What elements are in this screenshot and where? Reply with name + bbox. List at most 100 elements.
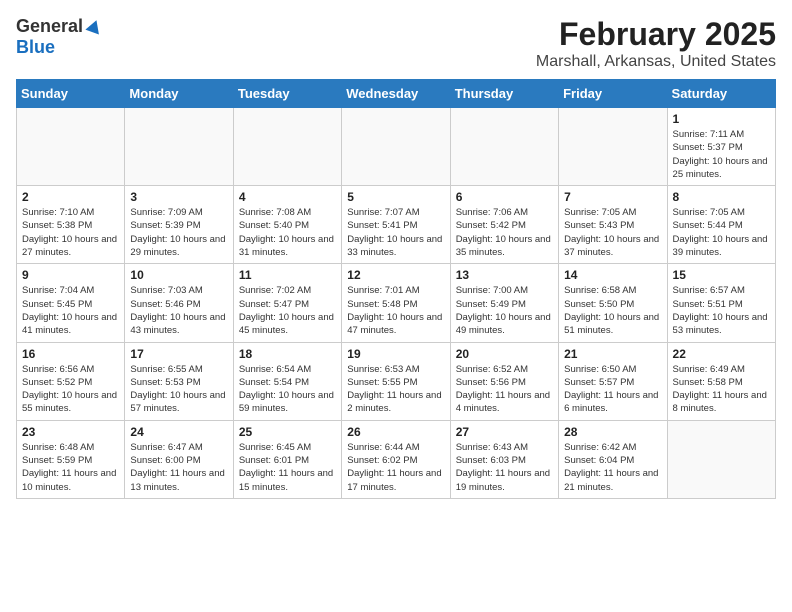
calendar-day-cell: 20 Sunrise: 6:52 AM Sunset: 5:56 PM Dayli…: [450, 342, 558, 420]
calendar-day-cell: 12 Sunrise: 7:01 AM Sunset: 5:48 PM Dayli…: [342, 264, 450, 342]
day-info: Sunrise: 6:49 AM Sunset: 5:58 PM Dayligh…: [673, 363, 770, 416]
calendar-day-cell: 9 Sunrise: 7:04 AM Sunset: 5:45 PM Daylig…: [17, 264, 125, 342]
day-number: 15: [673, 268, 770, 282]
day-number: 7: [564, 190, 661, 204]
day-number: 25: [239, 425, 336, 439]
calendar-day-cell: 10 Sunrise: 7:03 AM Sunset: 5:46 PM Dayli…: [125, 264, 233, 342]
day-info: Sunrise: 7:11 AM Sunset: 5:37 PM Dayligh…: [673, 128, 770, 181]
title-block: February 2025 Marshall, Arkansas, United…: [536, 16, 776, 71]
day-of-week-header: Thursday: [450, 80, 558, 108]
calendar-day-cell: 18 Sunrise: 6:54 AM Sunset: 5:54 PM Dayli…: [233, 342, 341, 420]
logo: General Blue: [16, 16, 103, 58]
calendar-day-cell: 16 Sunrise: 6:56 AM Sunset: 5:52 PM Dayli…: [17, 342, 125, 420]
day-info: Sunrise: 6:58 AM Sunset: 5:50 PM Dayligh…: [564, 284, 661, 337]
day-number: 6: [456, 190, 553, 204]
calendar-day-cell: 1Sunrise: 7:11 AM Sunset: 5:37 PM Daylig…: [667, 108, 775, 186]
day-info: Sunrise: 7:05 AM Sunset: 5:44 PM Dayligh…: [673, 206, 770, 259]
day-number: 18: [239, 347, 336, 361]
calendar-day-cell: 7 Sunrise: 7:05 AM Sunset: 5:43 PM Daylig…: [559, 186, 667, 264]
calendar-day-cell: 8Sunrise: 7:05 AM Sunset: 5:44 PM Daylig…: [667, 186, 775, 264]
day-info: Sunrise: 6:52 AM Sunset: 5:56 PM Dayligh…: [456, 363, 553, 416]
day-info: Sunrise: 7:08 AM Sunset: 5:40 PM Dayligh…: [239, 206, 336, 259]
calendar-day-cell: [17, 108, 125, 186]
day-number: 19: [347, 347, 444, 361]
calendar-day-cell: 24 Sunrise: 6:47 AM Sunset: 6:00 PM Dayli…: [125, 420, 233, 498]
day-info: Sunrise: 6:47 AM Sunset: 6:00 PM Dayligh…: [130, 441, 227, 494]
day-number: 9: [22, 268, 119, 282]
day-info: Sunrise: 6:50 AM Sunset: 5:57 PM Dayligh…: [564, 363, 661, 416]
day-of-week-header: Saturday: [667, 80, 775, 108]
calendar-day-cell: [125, 108, 233, 186]
calendar-day-cell: 27Sunrise: 6:43 AM Sunset: 6:03 PM Dayli…: [450, 420, 558, 498]
day-info: Sunrise: 6:55 AM Sunset: 5:53 PM Dayligh…: [130, 363, 227, 416]
calendar-title: February 2025: [536, 16, 776, 53]
day-of-week-header: Friday: [559, 80, 667, 108]
day-number: 20: [456, 347, 553, 361]
logo-general: General: [16, 16, 83, 37]
calendar-day-cell: 25 Sunrise: 6:45 AM Sunset: 6:01 PM Dayli…: [233, 420, 341, 498]
calendar-day-cell: 23 Sunrise: 6:48 AM Sunset: 5:59 PM Dayli…: [17, 420, 125, 498]
calendar-day-cell: 21 Sunrise: 6:50 AM Sunset: 5:57 PM Dayli…: [559, 342, 667, 420]
calendar-day-cell: [450, 108, 558, 186]
day-number: 22: [673, 347, 770, 361]
calendar-day-cell: 15Sunrise: 6:57 AM Sunset: 5:51 PM Dayli…: [667, 264, 775, 342]
day-info: Sunrise: 6:53 AM Sunset: 5:55 PM Dayligh…: [347, 363, 444, 416]
day-number: 28: [564, 425, 661, 439]
calendar-day-cell: 5 Sunrise: 7:07 AM Sunset: 5:41 PM Daylig…: [342, 186, 450, 264]
day-info: Sunrise: 6:45 AM Sunset: 6:01 PM Dayligh…: [239, 441, 336, 494]
day-info: Sunrise: 6:56 AM Sunset: 5:52 PM Dayligh…: [22, 363, 119, 416]
day-number: 10: [130, 268, 227, 282]
calendar-week-row: 2Sunrise: 7:10 AM Sunset: 5:38 PM Daylig…: [17, 186, 776, 264]
day-of-week-header: Tuesday: [233, 80, 341, 108]
day-number: 14: [564, 268, 661, 282]
day-info: Sunrise: 7:07 AM Sunset: 5:41 PM Dayligh…: [347, 206, 444, 259]
day-info: Sunrise: 7:06 AM Sunset: 5:42 PM Dayligh…: [456, 206, 553, 259]
page-header: General Blue February 2025 Marshall, Ark…: [16, 16, 776, 71]
calendar-day-cell: 3 Sunrise: 7:09 AM Sunset: 5:39 PM Daylig…: [125, 186, 233, 264]
calendar-header-row: SundayMondayTuesdayWednesdayThursdayFrid…: [17, 80, 776, 108]
logo-blue: Blue: [16, 37, 55, 58]
day-info: Sunrise: 6:54 AM Sunset: 5:54 PM Dayligh…: [239, 363, 336, 416]
day-info: Sunrise: 7:01 AM Sunset: 5:48 PM Dayligh…: [347, 284, 444, 337]
day-number: 21: [564, 347, 661, 361]
calendar-day-cell: 2Sunrise: 7:10 AM Sunset: 5:38 PM Daylig…: [17, 186, 125, 264]
day-info: Sunrise: 7:00 AM Sunset: 5:49 PM Dayligh…: [456, 284, 553, 337]
day-number: 26: [347, 425, 444, 439]
day-number: 24: [130, 425, 227, 439]
day-info: Sunrise: 7:04 AM Sunset: 5:45 PM Dayligh…: [22, 284, 119, 337]
day-number: 17: [130, 347, 227, 361]
day-number: 5: [347, 190, 444, 204]
logo-icon: [85, 18, 103, 36]
day-info: Sunrise: 7:09 AM Sunset: 5:39 PM Dayligh…: [130, 206, 227, 259]
day-info: Sunrise: 7:02 AM Sunset: 5:47 PM Dayligh…: [239, 284, 336, 337]
calendar-day-cell: 22 Sunrise: 6:49 AM Sunset: 5:58 PM Dayli…: [667, 342, 775, 420]
day-number: 3: [130, 190, 227, 204]
calendar-day-cell: 11 Sunrise: 7:02 AM Sunset: 5:47 PM Dayli…: [233, 264, 341, 342]
calendar-table: SundayMondayTuesdayWednesdayThursdayFrid…: [16, 79, 776, 499]
day-number: 2: [22, 190, 119, 204]
day-number: 12: [347, 268, 444, 282]
calendar-day-cell: 26Sunrise: 6:44 AM Sunset: 6:02 PM Dayli…: [342, 420, 450, 498]
day-number: 11: [239, 268, 336, 282]
calendar-day-cell: [342, 108, 450, 186]
calendar-day-cell: 19 Sunrise: 6:53 AM Sunset: 5:55 PM Dayli…: [342, 342, 450, 420]
calendar-week-row: 9 Sunrise: 7:04 AM Sunset: 5:45 PM Daylig…: [17, 264, 776, 342]
calendar-day-cell: 17 Sunrise: 6:55 AM Sunset: 5:53 PM Dayli…: [125, 342, 233, 420]
calendar-week-row: 16 Sunrise: 6:56 AM Sunset: 5:52 PM Dayli…: [17, 342, 776, 420]
calendar-day-cell: 4Sunrise: 7:08 AM Sunset: 5:40 PM Daylig…: [233, 186, 341, 264]
calendar-day-cell: [667, 420, 775, 498]
calendar-day-cell: 28 Sunrise: 6:42 AM Sunset: 6:04 PM Dayli…: [559, 420, 667, 498]
day-of-week-header: Wednesday: [342, 80, 450, 108]
day-of-week-header: Sunday: [17, 80, 125, 108]
day-number: 13: [456, 268, 553, 282]
day-number: 23: [22, 425, 119, 439]
day-info: Sunrise: 6:42 AM Sunset: 6:04 PM Dayligh…: [564, 441, 661, 494]
day-info: Sunrise: 6:48 AM Sunset: 5:59 PM Dayligh…: [22, 441, 119, 494]
day-info: Sunrise: 7:03 AM Sunset: 5:46 PM Dayligh…: [130, 284, 227, 337]
day-info: Sunrise: 7:05 AM Sunset: 5:43 PM Dayligh…: [564, 206, 661, 259]
day-number: 16: [22, 347, 119, 361]
calendar-day-cell: 6 Sunrise: 7:06 AM Sunset: 5:42 PM Daylig…: [450, 186, 558, 264]
calendar-subtitle: Marshall, Arkansas, United States: [536, 53, 776, 71]
calendar-week-row: 23 Sunrise: 6:48 AM Sunset: 5:59 PM Dayli…: [17, 420, 776, 498]
calendar-day-cell: [559, 108, 667, 186]
